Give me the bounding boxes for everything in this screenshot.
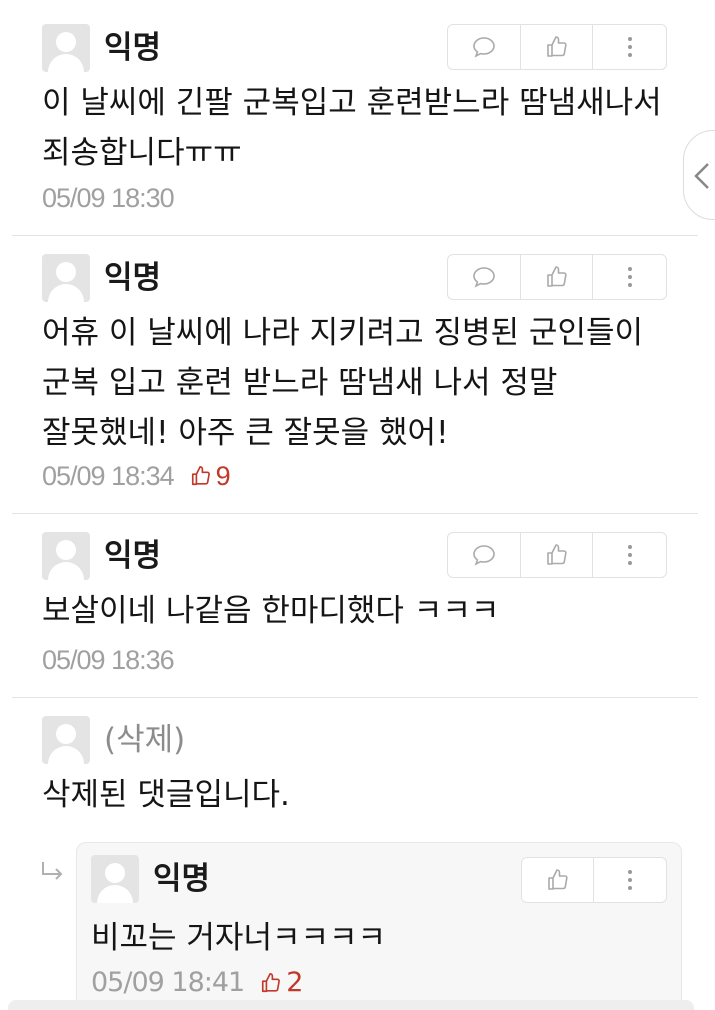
comment-actions — [447, 24, 667, 70]
avatar — [42, 716, 90, 764]
comment-author: 익명 — [104, 260, 162, 296]
comment-author: 익명 — [104, 538, 162, 574]
divider — [12, 697, 698, 698]
comment-text-line: 어휴 이 날씨에 나라 지키려고 징병된 군인들이 — [42, 315, 644, 351]
comment-text-line: 보살이네 나같음 한마디했다 ㅋㅋㅋ — [42, 593, 500, 629]
vote-number: 9 — [215, 461, 231, 491]
comment-text-line: 삭제된 댓글입니다. — [42, 777, 290, 813]
like-button[interactable] — [521, 533, 594, 577]
like-button[interactable] — [522, 858, 594, 902]
comment: 익명 이 날씨에 긴팔 군복입고 훈련받느라 땀냄새나서 죄송합니다ㅠㅠ 05/… — [0, 22, 700, 222]
thumbs-up-icon — [546, 544, 567, 565]
comment-text: 보살이네 나같음 한마디했다 ㅋㅋㅋ — [42, 586, 682, 636]
vote-count: 2 — [260, 967, 303, 998]
vertical-dots-icon — [627, 37, 632, 57]
comment-page: 익명 이 날씨에 긴팔 군복입고 훈련받느라 땀냄새나서 죄송합니다ㅠㅠ 05/… — [0, 0, 715, 1010]
thumbs-up-icon — [191, 466, 210, 486]
thumbs-up-icon — [546, 36, 567, 57]
avatar — [91, 855, 139, 903]
comment-text: 삭제된 댓글입니다. — [42, 770, 682, 820]
comment-text-line: 군복 입고 훈련 받느라 땀냄새 나서 정말 — [42, 365, 558, 401]
bottom-input-bar[interactable] — [8, 1000, 694, 1010]
comment-meta: 05/09 18:34 9 — [42, 458, 231, 494]
comment-author: 익명 — [104, 30, 162, 66]
comment-meta: 05/09 18:30 — [42, 180, 175, 216]
vertical-dots-icon — [628, 870, 632, 890]
comment-text: 이 날씨에 긴팔 군복입고 훈련받느라 땀냄새나서 죄송합니다ㅠㅠ — [42, 78, 682, 178]
comment-actions — [447, 532, 667, 578]
timestamp: 05/09 18:36 — [42, 645, 175, 675]
comment-actions — [447, 254, 667, 300]
vertical-dots-icon — [627, 545, 632, 565]
comment-meta: 05/09 18:36 — [42, 642, 175, 678]
comment: 익명 보살이네 나같음 한마디했다 ㅋㅋㅋ 05/09 18:36 — [0, 530, 700, 690]
comment-text-line: 잘못했네! 아주 큰 잘못을 했어! — [42, 415, 449, 451]
timestamp: 05/09 18:30 — [42, 183, 175, 213]
divider — [12, 513, 698, 514]
divider — [12, 235, 698, 236]
reply-comment: 익명 비꼬는 거자너ㅋㅋㅋㅋ 05/09 18:41 2 — [76, 842, 682, 1010]
reply-button[interactable] — [448, 533, 521, 577]
timestamp: 05/09 18:34 — [42, 461, 175, 491]
more-button[interactable] — [593, 25, 666, 69]
like-button[interactable] — [521, 25, 594, 69]
reply-meta: 05/09 18:41 2 — [91, 967, 303, 998]
comment-text-line: 죄송합니다ㅠㅠ — [42, 135, 242, 171]
like-button[interactable] — [521, 255, 594, 299]
thumbs-up-icon — [547, 869, 568, 890]
speech-bubble-icon — [473, 37, 495, 58]
comment-author: (삭제) — [104, 722, 186, 758]
avatar — [42, 254, 90, 302]
speech-bubble-icon — [473, 545, 495, 566]
comment-text: 어휴 이 날씨에 나라 지키려고 징병된 군인들이 군복 입고 훈련 받느라 땀… — [42, 308, 682, 458]
reply-arrow-icon — [40, 860, 66, 890]
more-button[interactable] — [593, 255, 666, 299]
timestamp: 05/09 18:41 — [91, 967, 245, 998]
comment-text-line: 이 날씨에 긴팔 군복입고 훈련받느라 땀냄새나서 — [42, 85, 662, 121]
vote-number: 2 — [286, 967, 303, 998]
thumbs-up-icon — [262, 972, 281, 992]
reply-actions — [521, 857, 667, 903]
avatar — [42, 532, 90, 580]
avatar — [42, 24, 90, 72]
reply-author: 익명 — [153, 861, 211, 897]
vote-count: 9 — [190, 458, 231, 494]
comment: 익명 어휴 이 날씨에 나라 지키려고 징병된 군인들이 군복 입고 훈련 받느… — [0, 252, 700, 502]
thumbs-up-icon — [546, 266, 567, 287]
more-button[interactable] — [593, 533, 666, 577]
deleted-comment: (삭제) 삭제된 댓글입니다. — [0, 714, 700, 824]
reply-text: 비꼬는 거자너ㅋㅋㅋㅋ — [91, 920, 387, 956]
reply-button[interactable] — [448, 255, 521, 299]
speech-bubble-icon — [473, 267, 495, 288]
more-button[interactable] — [594, 858, 666, 902]
vertical-dots-icon — [627, 267, 632, 287]
reply-button[interactable] — [448, 25, 521, 69]
